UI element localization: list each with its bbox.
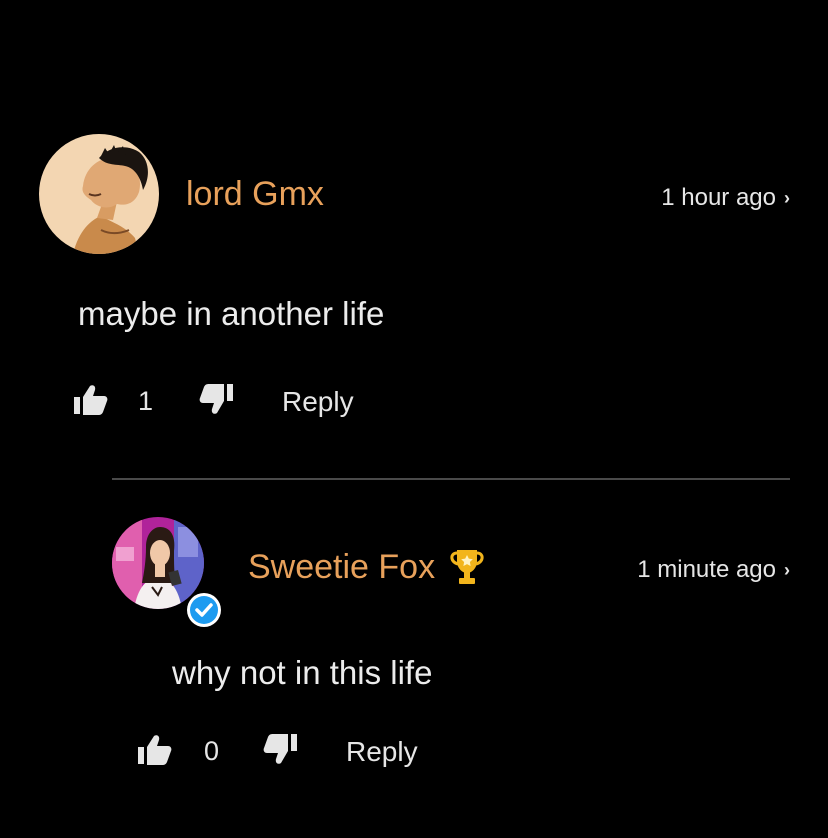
- timestamp-link[interactable]: 1 hour ago ›: [661, 184, 790, 212]
- trophy-icon: [449, 547, 485, 587]
- like-count: 0: [204, 736, 220, 766]
- reply-button[interactable]: Reply: [346, 736, 418, 768]
- thumbs-down-icon[interactable]: [263, 733, 297, 765]
- thumbs-down-icon[interactable]: [199, 383, 233, 415]
- timestamp: 1 minute ago: [637, 556, 776, 583]
- chevron-right-icon: ›: [784, 187, 790, 208]
- reply-button[interactable]: Reply: [282, 386, 354, 418]
- username[interactable]: Sweetie Fox: [248, 548, 435, 587]
- divider: [112, 478, 790, 480]
- thumbs-up-icon[interactable]: [138, 734, 172, 766]
- comment-text: maybe in another life: [78, 295, 385, 332]
- comment-text: why not in this life: [172, 654, 433, 691]
- chevron-right-icon: ›: [784, 559, 790, 580]
- username-row: Sweetie Fox: [248, 547, 485, 587]
- timestamp-link[interactable]: 1 minute ago ›: [637, 556, 790, 584]
- verified-check-icon: [186, 592, 222, 628]
- avatar[interactable]: [39, 134, 159, 254]
- timestamp: 1 hour ago: [661, 184, 776, 211]
- like-count: 1: [138, 386, 154, 416]
- username[interactable]: lord Gmx: [186, 175, 324, 214]
- thumbs-up-icon[interactable]: [74, 384, 108, 416]
